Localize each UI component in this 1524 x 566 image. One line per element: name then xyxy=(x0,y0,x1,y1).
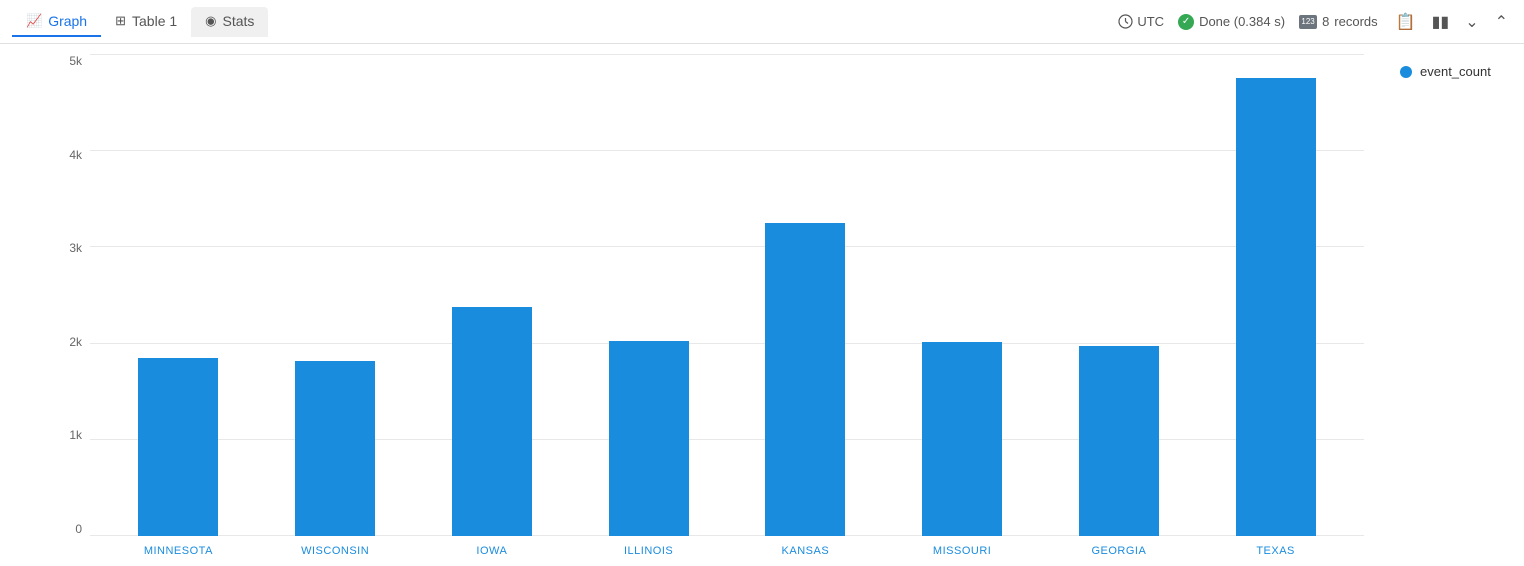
bar[interactable] xyxy=(452,307,532,536)
records-label: records xyxy=(1334,14,1377,29)
tab-stats-label: Stats xyxy=(223,13,255,29)
y-axis-label: 2k xyxy=(69,335,82,349)
records-badge: 123 8 records xyxy=(1299,14,1378,29)
x-axis-label: KANSAS xyxy=(727,545,884,557)
chart-inner: 5k4k3k2k1k0 MIN xyxy=(50,54,1364,566)
y-axis-label: 0 xyxy=(75,522,82,536)
bar[interactable] xyxy=(609,341,689,536)
clock-icon xyxy=(1118,14,1133,29)
chevron-down-button[interactable]: ⌄ xyxy=(1461,10,1482,34)
utc-badge[interactable]: UTC xyxy=(1118,14,1164,29)
bar[interactable] xyxy=(922,342,1002,536)
bar[interactable] xyxy=(765,223,845,536)
x-labels: MINNESOTAWISCONSINIOWAILLINOISKANSASMISS… xyxy=(90,536,1364,566)
x-axis-label: MINNESOTA xyxy=(100,545,257,557)
chart-legend: event_count xyxy=(1384,54,1524,566)
x-axis-label: ILLINOIS xyxy=(570,545,727,557)
chart-plot: MINNESOTAWISCONSINIOWAILLINOISKANSASMISS… xyxy=(90,54,1364,566)
x-axis-label: GEORGIA xyxy=(1041,545,1198,557)
done-circle-icon: ✓ xyxy=(1178,14,1194,30)
bar[interactable] xyxy=(138,358,218,536)
legend-item-event-count: event_count xyxy=(1400,64,1508,79)
y-axis-label: 1k xyxy=(69,428,82,442)
bar[interactable] xyxy=(1236,78,1316,536)
tab-graph-label: Graph xyxy=(48,13,87,29)
tab-table1-label: Table 1 xyxy=(132,13,177,29)
x-axis-label: WISCONSIN xyxy=(257,545,414,557)
toolbar-actions: 📋 ▮▮ ⌄ ⌃ xyxy=(1392,10,1512,34)
copy-button[interactable]: 📋 xyxy=(1392,10,1420,34)
tab-table1[interactable]: ⊞ Table 1 xyxy=(101,7,191,37)
y-axis-label: 5k xyxy=(69,54,82,68)
toolbar: 📈 Graph ⊞ Table 1 ◉ Stats UTC ✓ Done (0.… xyxy=(0,0,1524,44)
done-label: Done (0.384 s) xyxy=(1199,14,1285,29)
records-icon: 123 xyxy=(1299,15,1317,29)
utc-label: UTC xyxy=(1137,14,1164,29)
tab-stats[interactable]: ◉ Stats xyxy=(191,7,268,37)
bar-group[interactable] xyxy=(727,54,884,536)
tab-graph[interactable]: 📈 Graph xyxy=(12,7,101,37)
y-axis-label: 4k xyxy=(69,148,82,162)
bar[interactable] xyxy=(1079,346,1159,536)
bar-group[interactable] xyxy=(884,54,1041,536)
bar-group[interactable] xyxy=(257,54,414,536)
records-count: 8 xyxy=(1322,14,1329,29)
bar-group[interactable] xyxy=(1041,54,1198,536)
y-axis: 5k 4k 3k 2k 1k 0 xyxy=(50,54,90,566)
x-axis-label: IOWA xyxy=(414,545,571,557)
chevron-up-button[interactable]: ⌃ xyxy=(1491,10,1512,34)
stats-icon: ◉ xyxy=(205,13,216,29)
bar-group[interactable] xyxy=(570,54,727,536)
chart-container: 5k4k3k2k1k0 MIN xyxy=(0,44,1524,566)
bar-group[interactable] xyxy=(1197,54,1354,536)
graph-icon: 📈 xyxy=(26,13,42,29)
table-icon: ⊞ xyxy=(115,13,126,29)
display-button[interactable]: ▮▮ xyxy=(1428,10,1454,34)
y-axis-label: 3k xyxy=(69,241,82,255)
legend-series-label: event_count xyxy=(1420,64,1491,79)
bars-area xyxy=(90,54,1364,536)
x-axis-label: MISSOURI xyxy=(884,545,1041,557)
done-badge: ✓ Done (0.384 s) xyxy=(1178,14,1285,30)
bar[interactable] xyxy=(295,361,375,536)
toolbar-right: UTC ✓ Done (0.384 s) 123 8 records 📋 ▮▮ … xyxy=(1118,10,1512,34)
bar-group[interactable] xyxy=(414,54,571,536)
bar-group[interactable] xyxy=(100,54,257,536)
x-axis-label: TEXAS xyxy=(1197,545,1354,557)
legend-dot-icon xyxy=(1400,66,1412,78)
chart-main: 5k4k3k2k1k0 MIN xyxy=(0,54,1384,566)
